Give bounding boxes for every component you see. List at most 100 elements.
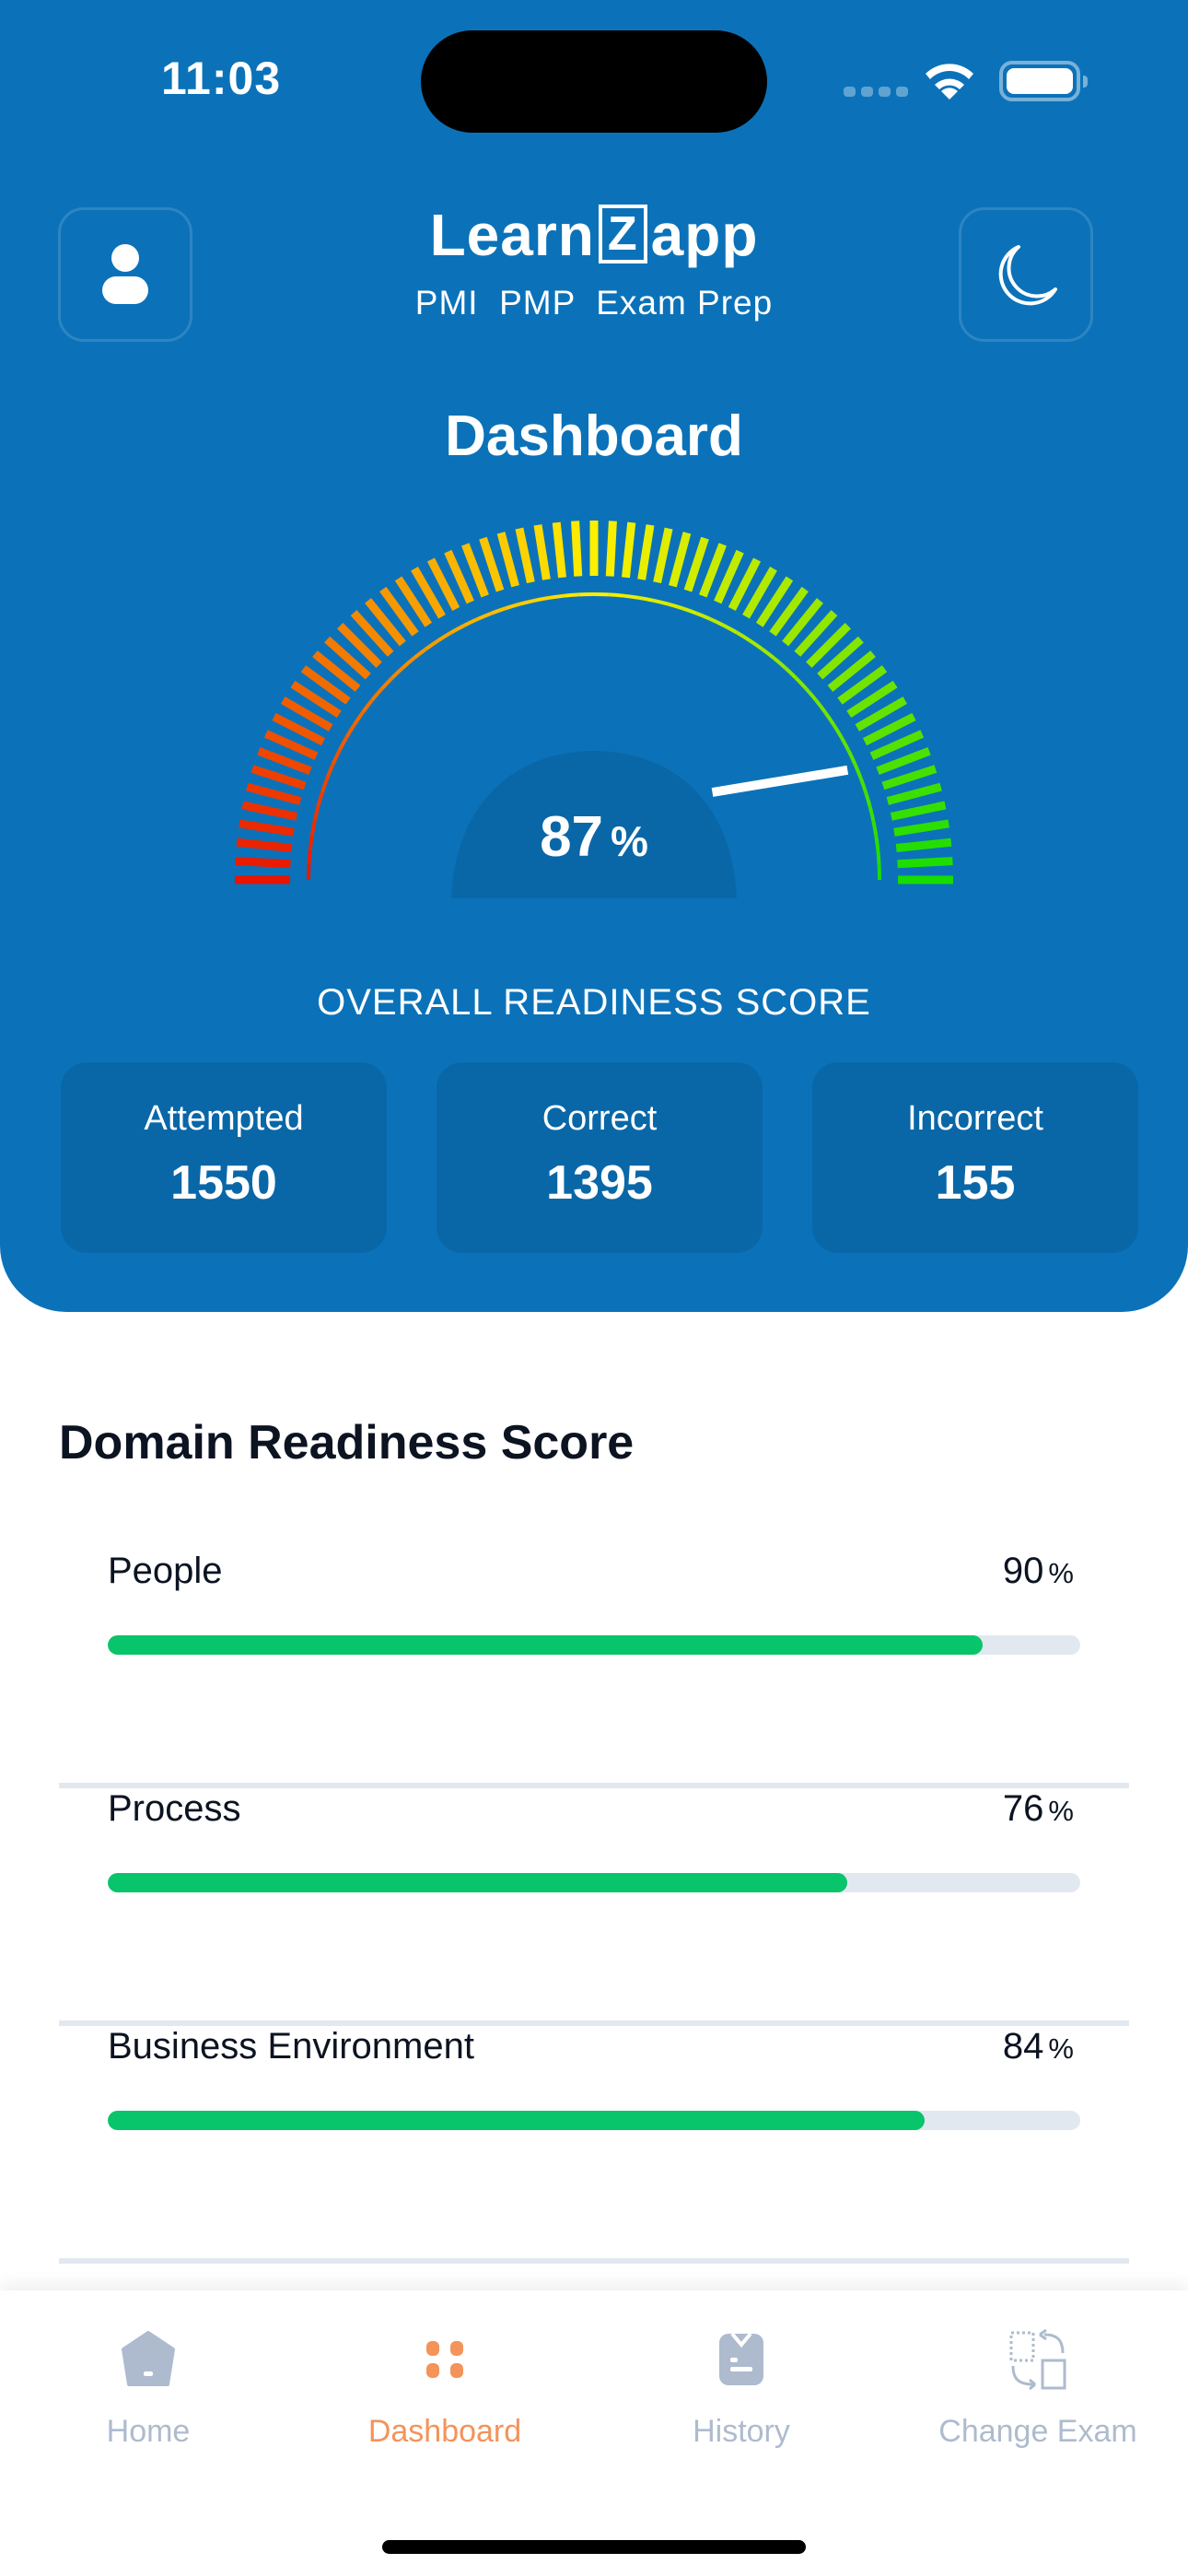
gauge-arc-segment — [549, 593, 565, 600]
gauge-arc-segment — [477, 611, 493, 621]
domain-name: People — [108, 1551, 223, 1591]
domain-percent-number: 84 — [1002, 2026, 1044, 2067]
gauge-arc-segment — [858, 777, 868, 792]
gauge-arc-segment — [653, 598, 669, 606]
gauge-tick — [552, 521, 566, 579]
gauge-arc-segment — [609, 592, 624, 598]
gauge-arc-segment — [846, 749, 857, 765]
gauge-tick — [479, 536, 505, 592]
gauge-tick — [653, 527, 673, 584]
status-time: 11:03 — [161, 53, 282, 104]
gauge-tick — [622, 521, 636, 579]
gauge-arc-segment — [722, 624, 738, 635]
gauge-arc-segment — [761, 647, 775, 660]
domain-progress-track — [108, 1635, 1080, 1655]
history-clipboard-icon — [719, 2332, 763, 2385]
domain-progress-fill — [108, 1873, 847, 1892]
overall-readiness-label: OVERALL READINESS SCORE — [317, 982, 871, 1023]
gauge-arc-segment — [380, 676, 394, 690]
gauge-tick — [496, 532, 519, 588]
gauge-arc-segment — [402, 656, 416, 670]
gauge-arc-segment — [772, 656, 786, 670]
domain-percent-unit: % — [1048, 1795, 1074, 1827]
gauge-arc-segment — [695, 611, 711, 621]
gauge-arc-segment — [623, 593, 639, 600]
gauge-arc-segment — [832, 723, 844, 739]
tab-change-exam[interactable]: Change Exam — [890, 2290, 1186, 2475]
theme-toggle-button[interactable] — [959, 207, 1093, 342]
gauge-arc-segment — [667, 602, 683, 611]
logo-text-left: Learn — [429, 202, 595, 268]
domain-percent: 76% — [1003, 1788, 1074, 1830]
gauge-arc-segment — [839, 736, 850, 752]
cellular-signal-icon — [844, 87, 908, 97]
tab-label: Dashboard — [367, 2414, 522, 2449]
domain-progress-fill — [108, 2111, 926, 2130]
gauge-arc-segment — [748, 638, 763, 650]
domain-row-business-environment: Business Environment 84% — [59, 2026, 1129, 2264]
domain-row-people: People 90% — [59, 1551, 1129, 1788]
gauge-tick — [250, 765, 307, 790]
domain-name: Process — [108, 1788, 241, 1829]
gauge-arc-segment — [370, 687, 384, 702]
wifi-icon — [926, 64, 973, 100]
stat-correct: Correct 1395 — [437, 1062, 763, 1253]
domain-progress-track — [108, 2111, 1080, 2130]
stat-label: Incorrect — [907, 1099, 1043, 1138]
domain-percent: 84% — [1003, 2026, 1074, 2067]
gauge-tick — [637, 524, 655, 580]
gauge-tick — [669, 532, 692, 588]
domain-row-process: Process 76% — [59, 1788, 1129, 2026]
tab-history[interactable]: History — [593, 2290, 890, 2475]
gauge-arc-segment — [814, 698, 827, 713]
gauge-arc-segment — [338, 736, 349, 752]
gauge-arc-segment — [505, 602, 521, 611]
gauge-arc-segment — [519, 598, 535, 606]
tab-home[interactable]: Home — [0, 2290, 297, 2475]
gauge-arc-segment — [681, 606, 697, 615]
gauge-arc-segment — [390, 666, 404, 680]
gauge-arc-segment — [425, 638, 440, 650]
gauge-tick — [515, 527, 535, 584]
stat-attempted: Attempted 1550 — [61, 1062, 387, 1253]
home-indicator — [382, 2540, 806, 2554]
gauge-arc-segment — [437, 630, 453, 642]
gauge-arc-segment — [491, 606, 507, 615]
gauge-arc-segment — [534, 595, 550, 603]
moon-icon — [998, 245, 1057, 306]
tab-label: Home — [106, 2414, 191, 2449]
dynamic-island — [421, 30, 767, 133]
gauge-arc-segment — [413, 647, 427, 660]
stat-incorrect: Incorrect 155 — [812, 1062, 1138, 1253]
gauge-tick — [246, 782, 302, 805]
gauge-tick — [683, 536, 709, 592]
tab-dashboard[interactable]: Dashboard — [297, 2290, 593, 2475]
stat-value: 155 — [935, 1156, 1016, 1210]
gauge-arc-segment — [361, 698, 374, 713]
gauge-arc-segment — [853, 763, 863, 779]
stat-label: Correct — [542, 1099, 658, 1138]
domain-section-title: Domain Readiness Score — [59, 1416, 635, 1469]
domain-name: Business Environment — [108, 2026, 474, 2067]
gauge-tick — [533, 524, 551, 580]
gauge-arc-segment — [735, 630, 751, 642]
gauge-tick — [886, 782, 942, 805]
tab-label: Change Exam — [938, 2414, 1137, 2449]
domain-percent: 90% — [1003, 1551, 1074, 1592]
gauge-arc-segment — [344, 723, 356, 739]
bottom-tab-bar: Home Dashboard History Change Exam — [0, 2290, 1188, 2576]
tab-label: History — [693, 2414, 790, 2449]
gauge-arc-segment — [804, 687, 818, 702]
gauge-arc-segment — [784, 666, 798, 680]
gauge-value-number: 87 — [540, 805, 604, 869]
domain-percent-unit: % — [1048, 1557, 1074, 1589]
logo-text-right: app — [650, 202, 759, 268]
gauge-arc-segment — [709, 616, 725, 627]
gauge-arc-segment — [450, 624, 466, 635]
page-title: Dashboard — [445, 404, 743, 468]
gauge-arc-segment — [331, 749, 342, 765]
gauge-tick — [571, 521, 583, 577]
gauge-arc-segment — [320, 777, 330, 792]
domain-progress-track — [108, 1873, 1080, 1892]
stat-label: Attempted — [144, 1099, 304, 1138]
